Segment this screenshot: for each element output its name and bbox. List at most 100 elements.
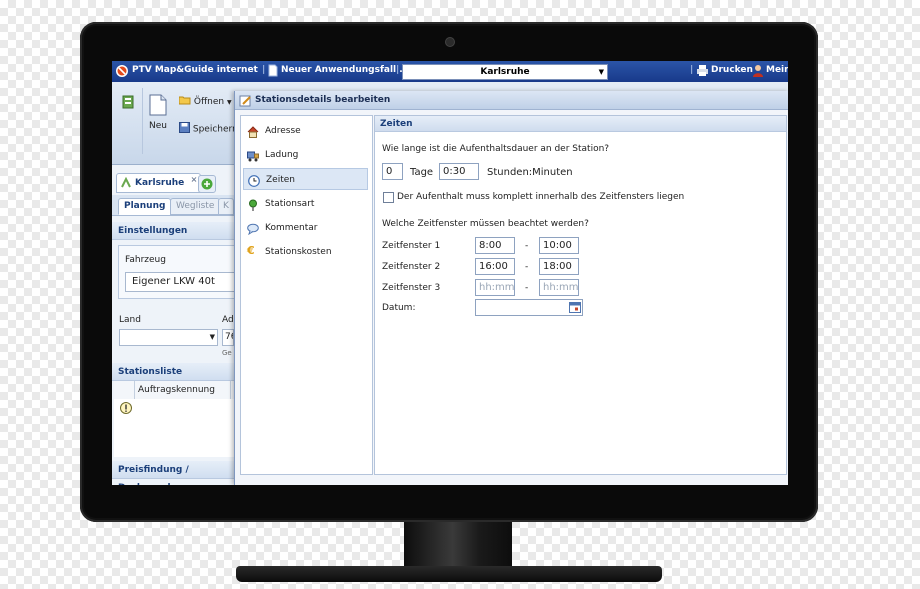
dialog-title-bar: Stationsdetails bearbeiten <box>235 91 788 110</box>
new-button[interactable]: Neu <box>148 94 168 131</box>
route-icon <box>120 176 132 196</box>
nav-item-kommentar[interactable]: Kommentar <box>243 217 368 239</box>
tab-planung[interactable]: Planung <box>118 198 172 215</box>
app-menu-icon[interactable] <box>122 95 134 112</box>
vehicle-select[interactable]: Eigener LKW 40t <box>125 272 235 292</box>
title-separator: | <box>396 65 400 75</box>
calendar-icon[interactable] <box>569 301 581 318</box>
within-window-checkbox[interactable] <box>383 192 394 203</box>
dialog-nav: Adresse Ladung Zeiten Stationsart Kommen… <box>240 115 373 475</box>
title-bar: PTV Map&Guide internet | Neuer Anwendung… <box>112 61 788 82</box>
save-icon <box>179 122 190 136</box>
folder-icon <box>178 95 191 108</box>
country-label: Land <box>119 315 141 325</box>
nav-item-label: Stationskosten <box>265 247 332 257</box>
main-tabs: Planung Wegliste K <box>112 195 234 216</box>
window-1-separator: - <box>525 241 529 251</box>
tab-more[interactable]: K <box>218 198 234 215</box>
window-3-to-input[interactable]: hh:mm <box>539 279 579 296</box>
nav-item-adresse[interactable]: Adresse <box>243 120 368 142</box>
pricing-header[interactable]: Preisfindung / Deckungsb <box>112 461 234 485</box>
close-icon[interactable]: × <box>191 171 198 189</box>
route-tab-label: Karlsruhe <box>135 178 185 188</box>
address-field[interactable]: 76 <box>222 329 234 346</box>
route-tab[interactable]: Karlsruhe × <box>116 171 202 196</box>
pin-icon <box>247 198 259 211</box>
windows-question: Welche Zeitfenster müssen beachtet werde… <box>382 219 589 229</box>
address-hint: Ge <box>222 349 232 357</box>
station-list-header[interactable]: Stationsliste <box>112 363 234 381</box>
days-input[interactable]: 0 <box>382 163 403 180</box>
times-panel: Zeiten Wie lange ist die Aufenthaltsdaue… <box>374 115 787 475</box>
window-3-label: Zeitfenster 3 <box>382 283 441 293</box>
window-3-separator: - <box>525 283 529 293</box>
within-window-label: Der Aufenthalt muss komplett innerhalb d… <box>397 192 685 202</box>
nav-item-zeiten[interactable]: Zeiten <box>243 168 368 190</box>
column-order-id: Auftragskennung <box>138 385 215 395</box>
printer-icon <box>696 64 709 80</box>
days-label: Tage <box>410 167 434 178</box>
duration-time-input[interactable]: 0:30 <box>439 163 479 180</box>
clock-icon <box>248 174 260 187</box>
save-button-label: Speichern <box>192 124 238 135</box>
edit-station-icon <box>239 94 252 115</box>
window-1-from-input[interactable]: 8:00 <box>475 237 515 254</box>
case-name[interactable]: Neuer Anwendungsfall ... <box>281 65 410 75</box>
date-input[interactable] <box>475 299 583 316</box>
window-1-label: Zeitfenster 1 <box>382 241 441 251</box>
new-button-label: Neu <box>149 121 167 131</box>
open-button[interactable]: Öffnen ▼ <box>178 95 232 108</box>
user-menu[interactable]: Mein <box>766 65 788 75</box>
station-details-dialog: Stationsdetails bearbeiten Adresse Ladun… <box>234 91 788 485</box>
nav-item-stationskosten[interactable]: € Stationskosten <box>243 241 368 263</box>
nav-item-stationsart[interactable]: Stationsart <box>243 193 368 215</box>
nav-item-label: Adresse <box>265 126 301 136</box>
save-button[interactable]: Speichern <box>179 122 238 136</box>
webcam <box>446 38 454 46</box>
chevron-down-icon: ▼ <box>226 99 232 106</box>
plus-circle-icon <box>201 178 213 193</box>
date-label: Datum: <box>382 303 416 313</box>
document-icon <box>268 64 278 80</box>
column-divider <box>230 381 231 399</box>
print-button[interactable]: Drucken <box>711 65 753 75</box>
monitor-stand-base <box>236 566 662 582</box>
left-panel: Karlsruhe × Planung Wegliste K Einstellu… <box>112 165 235 485</box>
duration-question: Wie lange ist die Aufenthaltsdauer an de… <box>382 144 610 154</box>
window-2-from-input[interactable]: 16:00 <box>475 258 515 275</box>
location-select[interactable]: Karlsruhe ▼ <box>402 64 608 80</box>
nav-item-label: Ladung <box>265 150 299 160</box>
tab-wegliste[interactable]: Wegliste <box>170 198 221 215</box>
station-list-columns: Auftragskennung <box>114 381 234 400</box>
column-status <box>118 381 135 399</box>
window-3-from-input[interactable]: hh:mm <box>475 279 515 296</box>
settings-header[interactable]: Einstellungen <box>112 222 234 240</box>
speech-bubble-icon <box>247 222 259 236</box>
chevron-down-icon: ▼ <box>209 333 215 341</box>
window-2-label: Zeitfenster 2 <box>382 262 441 272</box>
new-document-icon <box>149 94 167 119</box>
table-row[interactable] <box>114 399 234 418</box>
user-icon <box>752 64 764 80</box>
app-logo-icon <box>115 64 129 81</box>
ribbon-divider <box>142 88 143 154</box>
warning-icon <box>120 402 132 417</box>
country-select[interactable]: ▼ <box>119 329 218 346</box>
nav-item-ladung[interactable]: Ladung <box>243 144 368 166</box>
title-separator: | <box>690 65 694 75</box>
monitor-stand-neck <box>404 522 512 572</box>
title-separator: | <box>262 65 266 75</box>
house-icon <box>247 125 259 138</box>
nav-item-label: Zeiten <box>266 175 295 185</box>
dialog-title: Stationsdetails bearbeiten <box>255 95 391 105</box>
window-1-to-input[interactable]: 10:00 <box>539 237 579 254</box>
section-title: Zeiten <box>375 116 786 132</box>
vehicle-label: Fahrzeug <box>125 255 166 265</box>
chevron-down-icon: ▼ <box>598 68 604 76</box>
vehicle-group: Fahrzeug Eigener LKW 40t <box>118 245 235 299</box>
add-route-button[interactable] <box>198 175 216 193</box>
app-screen: PTV Map&Guide internet | Neuer Anwendung… <box>112 61 788 485</box>
location-select-value: Karlsruhe <box>480 67 530 77</box>
window-2-to-input[interactable]: 18:00 <box>539 258 579 275</box>
nav-item-label: Stationsart <box>265 199 315 209</box>
